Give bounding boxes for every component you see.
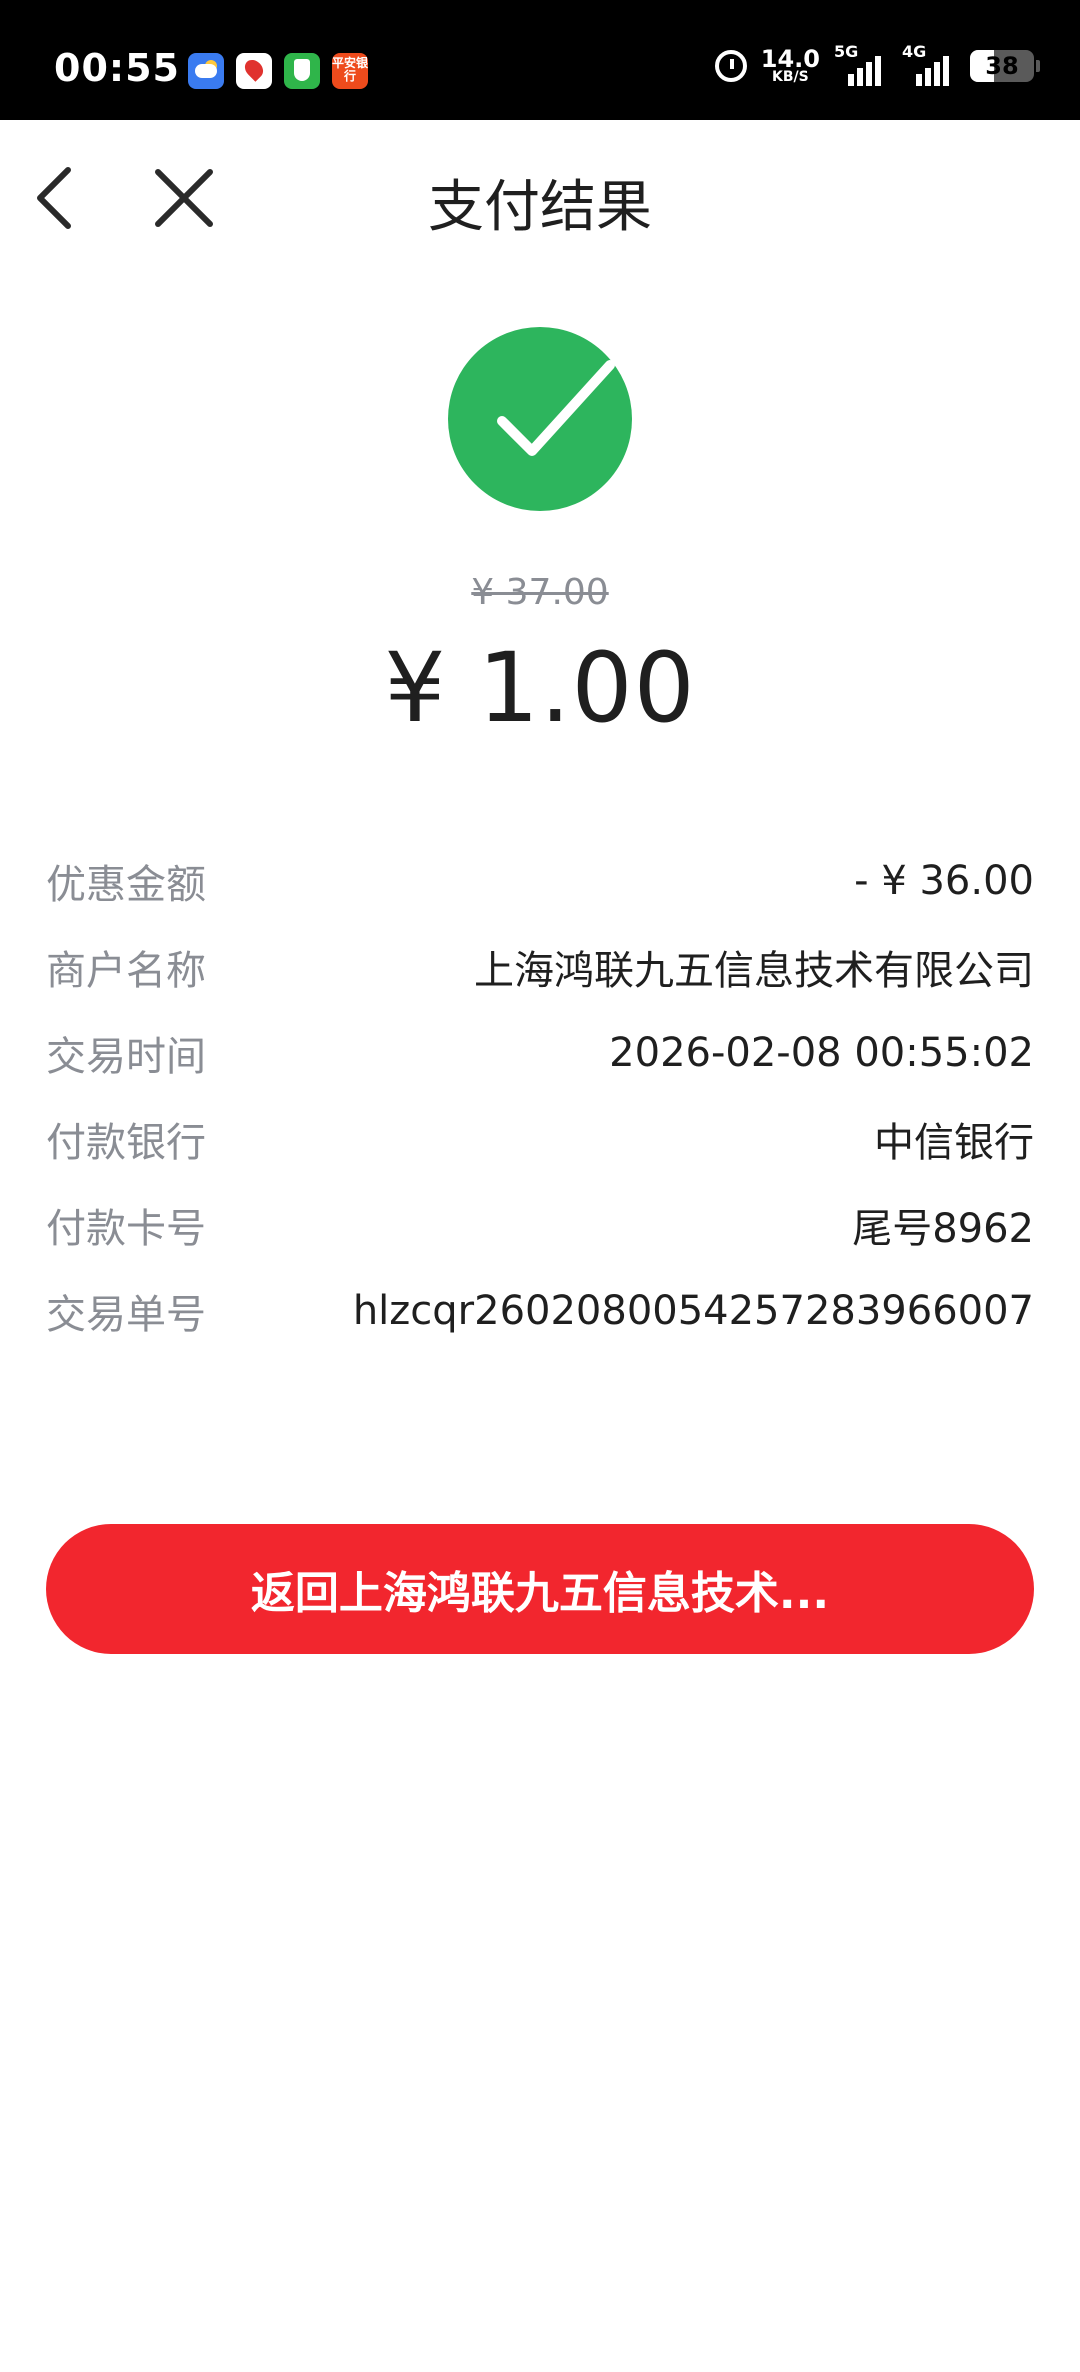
detail-value: hlzcqr2602080054257283966007: [352, 1288, 1034, 1334]
net-speed: 14.0 KB/S: [761, 47, 820, 84]
status-bar: 00:55 平安银行 14.0 KB/S 5G 4G 38: [0, 0, 1080, 120]
detail-label: 交易时间: [46, 1034, 206, 1080]
weather-app-icon: [188, 53, 224, 89]
security-app-icon: [284, 53, 320, 89]
status-indicators: 14.0 KB/S 5G 4G 38: [714, 42, 1040, 86]
return-to-merchant-button[interactable]: 返回上海鸿联九五信息技术...: [46, 1524, 1034, 1654]
battery-level: 38: [985, 52, 1019, 80]
detail-value: 尾号8962: [852, 1206, 1034, 1252]
detail-row-discount: 优惠金额 - ¥ 36.00: [46, 838, 1034, 924]
detail-value: 2026-02-08 00:55:02: [609, 1030, 1034, 1076]
detail-row-time: 交易时间 2026-02-08 00:55:02: [46, 1010, 1034, 1096]
notification-icons: 平安银行: [188, 53, 368, 89]
bank-app-icon: 平安银行: [332, 53, 368, 89]
map-app-icon: [236, 53, 272, 89]
battery-icon: 38: [970, 50, 1040, 82]
signal-5g-icon: 5G: [834, 42, 888, 86]
original-amount: ¥ 37.00: [471, 572, 609, 613]
detail-label: 商户名称: [46, 948, 206, 994]
check-circle-icon: [448, 327, 632, 511]
detail-value: 中信银行: [874, 1120, 1034, 1166]
status-time: 00:55: [54, 46, 180, 90]
page-title: 支付结果: [428, 175, 652, 240]
detail-row-bank: 付款银行 中信银行: [46, 1096, 1034, 1182]
signal-4g-icon: 4G: [902, 42, 956, 86]
detail-value: 上海鸿联九五信息技术有限公司: [474, 948, 1034, 994]
paid-amount: ¥ 1.00: [384, 632, 696, 744]
nav-bar: 支付结果: [0, 120, 1080, 272]
detail-label: 付款卡号: [46, 1206, 206, 1252]
payment-details: 优惠金额 - ¥ 36.00 商户名称 上海鸿联九五信息技术有限公司 交易时间 …: [46, 838, 1034, 1354]
detail-label: 付款银行: [46, 1120, 206, 1166]
detail-value: - ¥ 36.00: [854, 858, 1034, 904]
detail-row-card: 付款卡号 尾号8962: [46, 1182, 1034, 1268]
detail-row-merchant: 商户名称 上海鸿联九五信息技术有限公司: [46, 924, 1034, 1010]
detail-label: 优惠金额: [46, 862, 206, 908]
detail-label: 交易单号: [46, 1292, 206, 1338]
alarm-icon: [714, 50, 747, 82]
detail-row-order-id: 交易单号 hlzcqr2602080054257283966007: [46, 1268, 1034, 1354]
